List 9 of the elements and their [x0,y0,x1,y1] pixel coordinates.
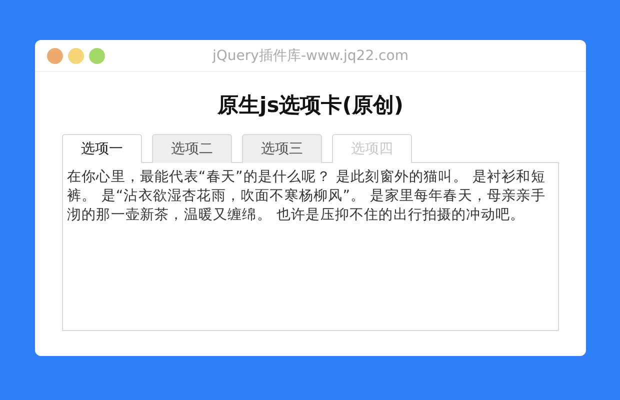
close-button[interactable] [47,48,63,64]
tab[interactable]: 选项三 [242,134,322,163]
tab[interactable]: 选项二 [152,134,232,163]
panel-text: 在你心里，最能代表“春天”的是什么呢？ 是此刻窗外的猫叫。 是衬衫和短裤。 是“沾衣欲湿杏花雨，吹面不寒杨柳风”。 是家里每年春天，母亲亲手沏的那一壶新茶，温暖又缠绵。 也许是压抑不住的出行拍摄的冲动吧。 [67,168,546,225]
minimize-button[interactable] [68,48,84,64]
page-heading: 原生js选项卡(原创) [216,92,404,119]
tab[interactable]: 选项一 [62,134,142,163]
window-title: jQuery插件库-www.jq22.com [212,48,408,64]
maximize-button[interactable] [89,48,105,64]
